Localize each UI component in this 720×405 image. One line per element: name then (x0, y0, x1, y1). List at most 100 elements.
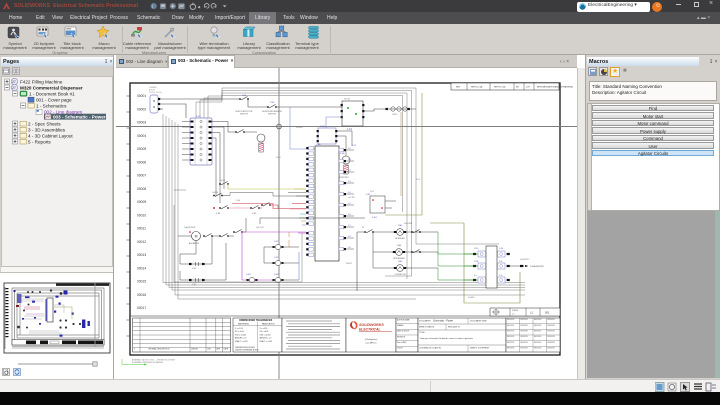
svg-text:00010: 00010 (137, 213, 146, 217)
svg-text:REVISION: REVISION (521, 331, 528, 333)
svg-text:1=GND: 1=GND (468, 297, 475, 299)
svg-text:1-F1: 1-F1 (416, 179, 420, 181)
svg-text:MOIST/STK: MOIST/STK (338, 177, 349, 179)
svg-text:XX = ±0.01: XX = ±0.01 (260, 331, 269, 333)
svg-text:1-0: 1-0 (348, 148, 351, 150)
svg-text:XXX = ±0.005: XXX = ±0.005 (260, 334, 271, 336)
svg-text:4 - 3D Cabinet Layout: 4 - 3D Cabinet Layout (28, 133, 73, 138)
svg-text:REVISION: REVISION (507, 336, 514, 338)
svg-text:SOLIDWORKS: SOLIDWORKS (359, 323, 384, 327)
svg-text:IMPLEMENTATION AND/OR MATERIAL: IMPLEMENTATION AND/OR MATERIAL (537, 85, 574, 88)
svg-text:TITLE:: TITLE: (419, 332, 425, 334)
svg-text:1-9: 1-9 (348, 247, 351, 249)
svg-text:REVISION: REVISION (534, 319, 541, 321)
svg-text:00016: 00016 (137, 293, 146, 297)
svg-text:3 - 3D Assemblies: 3 - 3D Assemblies (28, 127, 66, 132)
svg-text:REVISION: REVISION (534, 325, 541, 327)
svg-text:00007: 00007 (137, 174, 146, 178)
svg-text:12VDC PLUG: 12VDC PLUG (149, 92, 162, 94)
svg-text:REVISION: REVISION (507, 342, 514, 344)
svg-text:CONVEYOR: CONVEYOR (394, 274, 406, 276)
svg-text:X = ±1/16: X = ±1/16 (235, 328, 243, 330)
svg-text:REVISION: REVISION (507, 325, 514, 327)
svg-text:DRAWN: DRAWN (397, 324, 404, 327)
svg-text:REVISION: REVISION (548, 342, 555, 344)
svg-text:1-4: 1-4 (348, 192, 351, 194)
svg-text:FABRICATION: FABRICATION (262, 323, 275, 326)
svg-text:1=SEN: 1=SEN (212, 192, 219, 194)
svg-text:1=SUPPLY: 1=SUPPLY (520, 259, 530, 261)
svg-text:Date of REV: Date of REV (397, 341, 407, 344)
svg-text:00013: 00013 (137, 253, 146, 257)
svg-text:REVISION: REVISION (534, 348, 541, 350)
svg-text:DATE & MODIF: DATE & MODIF (397, 330, 409, 333)
svg-text:MACHINING: MACHINING (238, 323, 249, 326)
svg-text:00002: 00002 (137, 107, 146, 111)
svg-text:REVISION: REVISION (548, 348, 555, 350)
svg-text:L1/L2: L1/L2 (276, 157, 281, 159)
svg-text:BLENDER: BLENDER (395, 238, 405, 240)
svg-text:00012: 00012 (137, 240, 146, 244)
svg-text:00008: 00008 (137, 187, 146, 191)
svg-text:2 - Spec Sheets: 2 - Spec Sheets (28, 121, 61, 126)
svg-text:REVISION: REVISION (521, 348, 528, 350)
svg-text:QTY: QTY (526, 86, 531, 88)
svg-text:DWN BY: DWN BY (191, 349, 199, 351)
svg-text:Chk BY: Chk BY (397, 348, 404, 350)
svg-text:SHEET: TOO/FINISH: SHEET: TOO/FINISH (470, 347, 489, 349)
svg-text:REVISION: REVISION (521, 319, 528, 321)
svg-text:00006: 00006 (137, 160, 146, 164)
svg-text:REVISION: REVISION (534, 331, 541, 333)
svg-text:REVISION: REVISION (534, 342, 541, 344)
svg-text:Schematic - Power: Schematic - Power (433, 320, 453, 323)
svg-text:(Title/logo box): (Title/logo box) (365, 338, 378, 341)
svg-text:REVISION: REVISION (534, 336, 541, 338)
svg-text:ANGLES = ±1°: ANGLES = ±1° (260, 337, 272, 340)
svg-text:DISPENSER: DISPENSER (393, 258, 405, 260)
svg-text:1-X1: 1-X1 (196, 116, 201, 118)
svg-text:1-7: 1-7 (348, 225, 351, 227)
svg-text:SCHEMATIC REFERENCE DRAWING: SCHEMATIC REFERENCE DRAWING (132, 361, 164, 364)
svg-text:27: 27 (12, 80, 16, 84)
svg-text:00009: 00009 (137, 200, 146, 204)
svg-text:REVISION: REVISION (548, 325, 555, 327)
svg-text:1=MTR/A: 1=MTR/A (404, 222, 413, 225)
svg-text:DATE: DATE (224, 348, 229, 351)
svg-text:REF NO. (B): REF NO. (B) (494, 86, 506, 88)
svg-text:Give your schematic the detail: Give your schematic the detail it craves… (420, 337, 474, 340)
svg-text:REVISION: REVISION (521, 342, 528, 344)
svg-text:5 - Reports: 5 - Reports (28, 139, 51, 144)
svg-text:DOCUMENT SIZE:: DOCUMENT SIZE: (470, 320, 488, 322)
svg-text:1-G: 1-G (499, 275, 503, 277)
svg-text:00017: 00017 (137, 306, 146, 310)
svg-text:1-2: 1-2 (348, 170, 351, 172)
svg-text:REVISION: REVISION (548, 336, 555, 338)
svg-text:003 - Schematic - Power: 003 - Schematic - Power (53, 115, 106, 120)
svg-text:1=CTRL: 1=CTRL (348, 197, 355, 199)
svg-text:FRACT = ±1/32: FRACT = ±1/32 (235, 340, 248, 343)
svg-text:CONTRACT/LOCATION:: CONTRACT/LOCATION: (419, 346, 442, 349)
svg-text:1-3: 1-3 (348, 181, 351, 183)
svg-text:FRACT = ±1/32: FRACT = ±1/32 (260, 340, 273, 343)
svg-text:1-5: 1-5 (348, 203, 351, 205)
svg-text:REVISION: REVISION (397, 336, 406, 338)
svg-text:REVISION: REVISION (521, 325, 528, 327)
svg-text:27: 27 (12, 86, 16, 90)
svg-text:1-A1: 1-A1 (316, 143, 321, 146)
svg-text:1-K1: 1-K1 (347, 128, 353, 131)
svg-text:DOCUMENT:: DOCUMENT: (419, 320, 431, 322)
svg-text:RELAY: RELAY (344, 98, 351, 101)
svg-text:ANGLES = ±1°: ANGLES = ±1° (235, 337, 247, 340)
svg-text:UNSPECIFIED TOLERANCES: UNSPECIFIED TOLERANCES (239, 319, 273, 322)
svg-text:1-F2: 1-F2 (370, 191, 374, 193)
svg-text:1-1: 1-1 (348, 159, 351, 161)
svg-text:www.MFGCo: www.MFGCo (365, 342, 376, 344)
svg-text:M: M (195, 235, 198, 239)
svg-text:00005: 00005 (137, 147, 146, 151)
svg-text:00011: 00011 (137, 227, 146, 231)
svg-text:1-X2: 1-X2 (320, 126, 325, 128)
svg-text:UNLESS OTHERWISE NOTED: UNLESS OTHERWISE NOTED (235, 350, 260, 352)
svg-text:REF NO. (A): REF NO. (A) (471, 85, 483, 88)
svg-text:i: i (152, 4, 153, 10)
svg-text:1-S6: 1-S6 (236, 200, 240, 202)
